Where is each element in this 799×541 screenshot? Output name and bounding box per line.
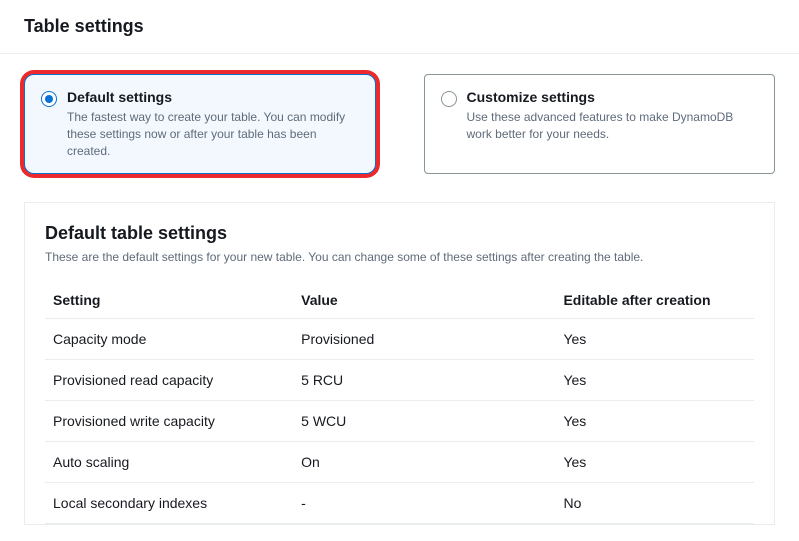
panel-title: Default table settings [45,223,754,244]
customize-settings-desc: Use these advanced features to make Dyna… [467,109,759,143]
default-settings-title: Default settings [67,89,359,105]
cell-value: Provisioned [293,319,555,360]
col-value: Value [293,282,555,319]
cell-editable: Yes [555,319,754,360]
col-editable: Editable after creation [555,282,754,319]
cell-editable: Yes [555,442,754,483]
cell-setting: Local secondary indexes [45,483,293,524]
table-row: Auto scalingOnYes [45,442,754,483]
default-settings-option[interactable]: Default settings The fastest way to crea… [24,74,376,174]
table-row: Capacity modeProvisionedYes [45,319,754,360]
table-row: Provisioned write capacity5 WCUYes [45,401,754,442]
panel-desc: These are the default settings for your … [45,250,754,264]
col-setting: Setting [45,282,293,319]
page-title: Table settings [24,16,775,37]
settings-table: Setting Value Editable after creation Ca… [45,282,754,524]
cell-editable: No [555,483,754,524]
customize-settings-option[interactable]: Customize settings Use these advanced fe… [424,74,776,174]
radio-icon [441,91,457,107]
cell-setting: Capacity mode [45,319,293,360]
divider [0,53,799,54]
cell-editable: Yes [555,360,754,401]
customize-settings-title: Customize settings [467,89,759,105]
cell-value: 5 WCU [293,401,555,442]
cell-setting: Auto scaling [45,442,293,483]
radio-icon [41,91,57,107]
default-table-settings-panel: Default table settings These are the def… [24,202,775,525]
cell-setting: Provisioned read capacity [45,360,293,401]
cell-value: 5 RCU [293,360,555,401]
default-settings-desc: The fastest way to create your table. Yo… [67,109,359,159]
table-row: Provisioned read capacity5 RCUYes [45,360,754,401]
settings-mode-group: Default settings The fastest way to crea… [24,74,775,174]
cell-setting: Provisioned write capacity [45,401,293,442]
cell-editable: Yes [555,401,754,442]
cell-value: On [293,442,555,483]
table-row: Local secondary indexes-No [45,483,754,524]
cell-value: - [293,483,555,524]
